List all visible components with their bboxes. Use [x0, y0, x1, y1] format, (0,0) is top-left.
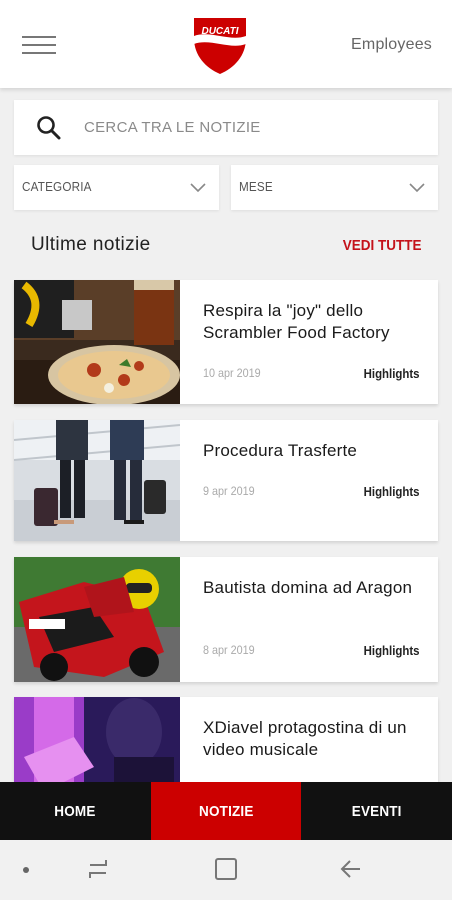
tab-notizie[interactable]: NOTIZIE [150, 782, 302, 840]
news-category-tag: Highlights [364, 643, 420, 658]
bottom-navigation: HOME NOTIZIE EVENTI [0, 782, 452, 840]
see-all-link[interactable]: VEDI TUTTE [343, 237, 422, 254]
month-label: MESE [239, 179, 273, 194]
news-category-tag: Highlights [364, 366, 420, 381]
chevron-down-icon [190, 183, 206, 193]
home-icon[interactable] [213, 856, 239, 882]
news-card[interactable]: Procedura Trasferte 9 apr 2019 Highlight… [14, 420, 438, 541]
category-dropdown[interactable]: CATEGORIA [14, 165, 219, 210]
section-title: Ultime notizie [31, 234, 151, 255]
chevron-down-icon [409, 183, 425, 193]
news-title: Bautista domina ad Aragon [203, 578, 413, 597]
news-category-tag: Highlights [364, 484, 420, 499]
news-date: 9 apr 2019 [203, 484, 255, 498]
search-icon[interactable] [36, 115, 62, 141]
news-title: XDiavel protagostina di un video musical… [203, 718, 407, 759]
employees-label[interactable]: Employees [351, 36, 432, 54]
tab-label: HOME [54, 802, 96, 820]
news-thumbnail [14, 557, 180, 682]
tab-home[interactable]: HOME [0, 782, 151, 840]
news-card[interactable]: Bautista domina ad Aragon 8 apr 2019 Hig… [14, 557, 438, 682]
news-thumbnail [14, 280, 180, 404]
back-icon[interactable] [338, 856, 364, 882]
category-label: CATEGORIA [22, 179, 92, 194]
ducati-logo: DUCATI [190, 14, 250, 76]
app-header: DUCATI Employees [0, 0, 452, 88]
tab-label: NOTIZIE [198, 802, 254, 820]
news-title: Procedura Trasferte [203, 441, 358, 460]
news-card[interactable]: Respira la "joy" dello Scrambler Food Fa… [14, 280, 438, 404]
news-thumbnail [14, 420, 180, 541]
news-date: 10 apr 2019 [203, 366, 261, 380]
tab-label: EVENTI [351, 802, 402, 820]
dot-indicator-icon [23, 867, 29, 873]
recent-apps-icon[interactable] [86, 856, 110, 882]
tab-eventi[interactable]: EVENTI [301, 782, 452, 840]
search-input[interactable] [84, 110, 424, 145]
news-title: Respira la "joy" dello Scrambler Food Fa… [203, 301, 390, 342]
news-date: 8 apr 2019 [203, 643, 255, 657]
search-bar[interactable] [14, 100, 438, 155]
logo-text: DUCATI [201, 26, 238, 37]
system-navigation-bar [0, 840, 452, 900]
month-dropdown[interactable]: MESE [231, 165, 438, 210]
menu-icon[interactable] [22, 34, 58, 56]
